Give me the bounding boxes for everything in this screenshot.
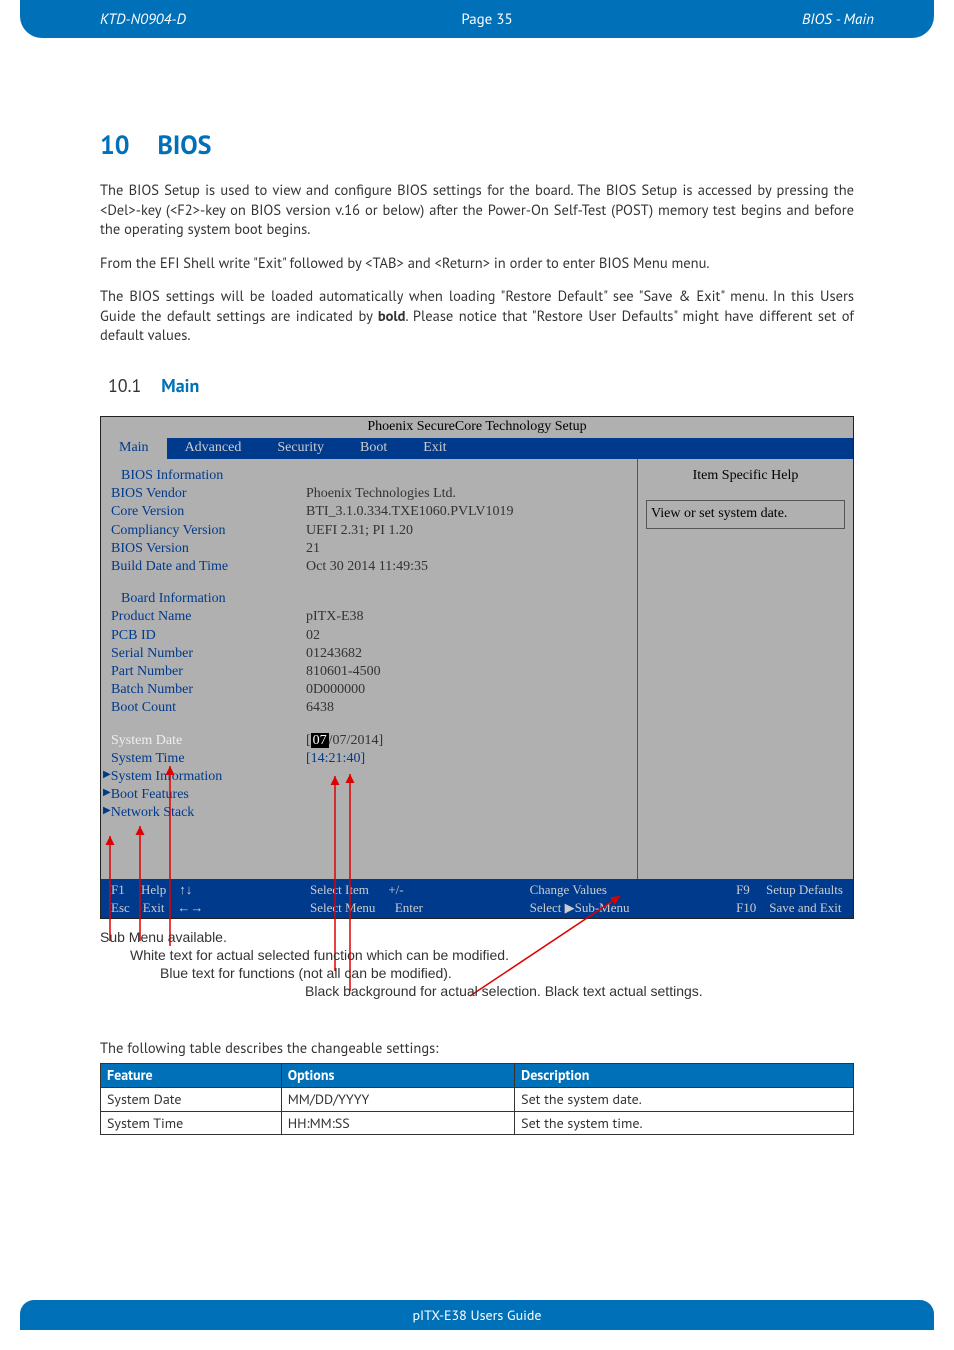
page-footer: pITX-E38 Users Guide [20, 1300, 934, 1330]
th-description: Description [515, 1063, 854, 1087]
cell-options: HH:MM:SS [281, 1111, 514, 1135]
annotation-blue-text: Blue text for functions (not all can be … [160, 964, 452, 983]
bios-screenshot-wrap: Phoenix SecureCore Technology Setup Main… [100, 416, 854, 919]
section-heading: 10 BIOS [100, 128, 854, 163]
table-row: System Date MM/DD/YYYY Set the system da… [101, 1087, 854, 1111]
annotation-arrows [100, 416, 854, 919]
subsection-heading: 10.1 Main [108, 374, 854, 398]
subsection-number: 10.1 [108, 374, 141, 397]
th-feature: Feature [101, 1063, 282, 1087]
table-row: System Time HH:MM:SS Set the system time… [101, 1111, 854, 1135]
header-doc-id: KTD-N0904-D [20, 10, 358, 29]
header-page-num: Page 35 [358, 10, 616, 29]
intro-para-3: The BIOS settings will be loaded automat… [100, 287, 854, 346]
th-options: Options [281, 1063, 514, 1087]
cell-options: MM/DD/YYYY [281, 1087, 514, 1111]
settings-table: Feature Options Description System Date … [100, 1063, 854, 1136]
cell-description: Set the system time. [515, 1111, 854, 1135]
annotation-white-text: White text for actual selected function … [130, 946, 509, 965]
page-header: KTD-N0904-D Page 35 BIOS - Main [20, 0, 934, 38]
header-section: BIOS - Main [616, 10, 934, 29]
section-number: 10 [100, 129, 129, 162]
cell-feature: System Time [101, 1111, 282, 1135]
annotation-submenu: Sub Menu available. [100, 928, 227, 947]
section-title-text: BIOS [157, 129, 211, 162]
subsection-title: Main [161, 374, 199, 397]
annotation-black-bg: Black background for actual selection. B… [305, 982, 703, 1001]
intro-para-1: The BIOS Setup is used to view and confi… [100, 181, 854, 240]
table-intro: The following table describes the change… [100, 1039, 854, 1059]
cell-description: Set the system date. [515, 1087, 854, 1111]
intro-para-2: From the EFI Shell write "Exit" followed… [100, 254, 854, 274]
cell-feature: System Date [101, 1087, 282, 1111]
